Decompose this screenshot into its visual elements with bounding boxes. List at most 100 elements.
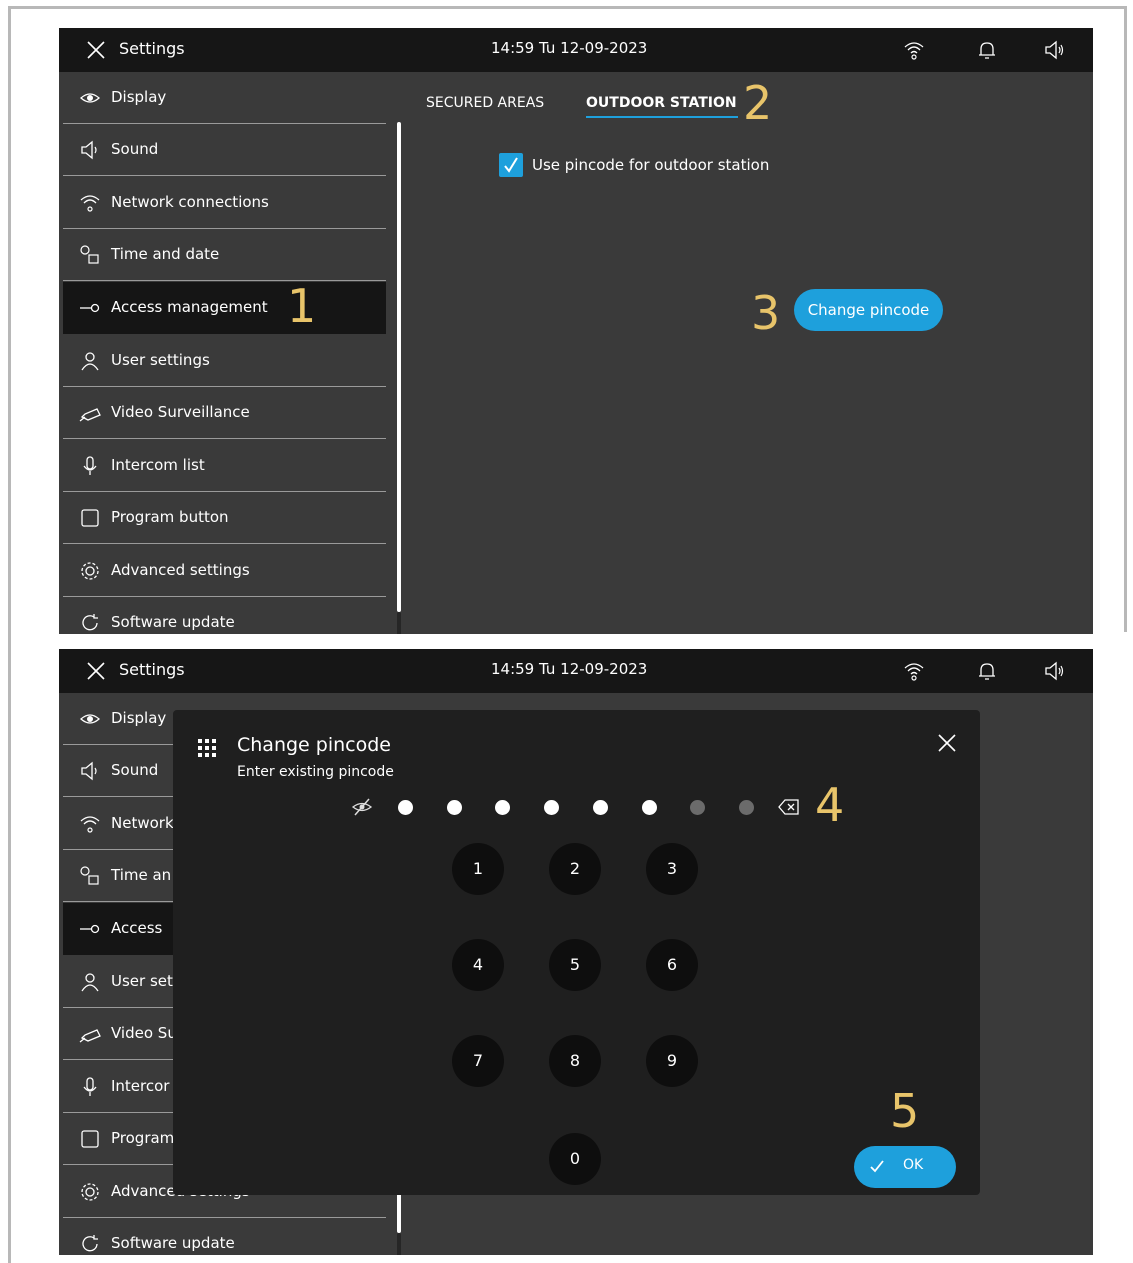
- keypad-key-5[interactable]: 5: [549, 939, 601, 991]
- sidebar-item-label: Software update: [111, 1234, 235, 1252]
- sidebar-item-label: User set: [111, 972, 173, 990]
- wifi-icon[interactable]: [903, 660, 925, 682]
- sidebar-item-display[interactable]: Display: [63, 72, 386, 124]
- sidebar-item-label: Display: [111, 88, 167, 106]
- gear-icon: [81, 562, 99, 580]
- sidebar-item-label: Network: [111, 814, 174, 832]
- keypad-key-3[interactable]: 3: [646, 843, 698, 895]
- pin-digit-indicator: [593, 800, 608, 815]
- sidebar-item-program-button[interactable]: Program button: [63, 492, 386, 544]
- speaker-icon: [81, 140, 97, 160]
- frame-border-top: [8, 6, 1127, 9]
- sidebar-item-label: Sound: [111, 140, 159, 158]
- wifi-icon[interactable]: [903, 39, 925, 61]
- microphone-icon: [83, 1077, 97, 1096]
- sidebar-item-label: User settings: [111, 351, 210, 369]
- change-pincode-dialog: Change pincode Enter existing pincode 1 …: [173, 710, 980, 1195]
- pin-digit-indicator: [642, 800, 657, 815]
- speaker-icon[interactable]: [1043, 660, 1065, 682]
- keypad-key-8[interactable]: 8: [549, 1035, 601, 1087]
- frame-border-left: [8, 6, 11, 1263]
- square-icon: [81, 509, 99, 527]
- sidebar-item-label: Program: [111, 1129, 175, 1147]
- sidebar-item-label: Access: [111, 919, 163, 937]
- wifi-icon: [80, 195, 100, 212]
- camera-icon: [79, 1029, 101, 1043]
- sidebar-item-video-surveillance[interactable]: Video Surveillance: [63, 387, 386, 439]
- frame-border-right: [1124, 6, 1127, 632]
- main-content: SECURED AREAS OUTDOOR STATION Use pincod…: [401, 72, 1093, 634]
- sidebar-item-software-update[interactable]: Software update: [63, 1218, 386, 1255]
- pin-digit-indicator: [690, 800, 705, 815]
- sidebar-item-user-settings[interactable]: User settings: [63, 335, 386, 387]
- eye-icon: [80, 93, 100, 103]
- keypad-key-6[interactable]: 6: [646, 939, 698, 991]
- sidebar-item-label: Sound: [111, 761, 159, 779]
- checkmark-icon: [504, 157, 518, 173]
- pin-digit-indicator: [398, 800, 413, 815]
- settings-screen-outdoor-station: Settings 14:59 Tu 12-09-2023 Display Sou…: [59, 28, 1093, 634]
- key-icon: [80, 303, 100, 313]
- speaker-icon[interactable]: [1043, 39, 1065, 61]
- sidebar-item-intercom-list[interactable]: Intercom list: [63, 440, 386, 492]
- refresh-icon: [82, 1235, 98, 1252]
- annotation-marker-4: 4: [815, 778, 845, 832]
- pin-digit-indicator: [544, 800, 559, 815]
- close-icon[interactable]: [85, 660, 107, 682]
- speaker-icon: [81, 761, 97, 781]
- camera-icon: [79, 408, 101, 422]
- keypad-key-0[interactable]: 0: [549, 1133, 601, 1185]
- close-icon[interactable]: [85, 39, 107, 61]
- sidebar-item-label: Time and date: [111, 245, 220, 263]
- change-pincode-button[interactable]: Change pincode: [794, 289, 943, 331]
- sidebar-item-label: Video Surveillance: [111, 403, 250, 421]
- sidebar-item-network-connections[interactable]: Network connections: [63, 177, 386, 229]
- sidebar-item-label: Access management: [111, 298, 268, 316]
- pin-digit-indicator: [447, 800, 462, 815]
- eye-icon: [80, 714, 100, 724]
- wifi-icon: [80, 816, 100, 833]
- active-tab-indicator: [586, 116, 738, 118]
- keypad-key-7[interactable]: 7: [452, 1035, 504, 1087]
- sidebar-scrollbar-track[interactable]: [397, 1233, 401, 1255]
- sidebar-item-label: Intercor: [111, 1077, 170, 1095]
- tab-secured-areas[interactable]: SECURED AREAS: [426, 95, 544, 111]
- bell-icon[interactable]: [976, 660, 998, 682]
- top-bar: Settings 14:59 Tu 12-09-2023: [59, 649, 1093, 693]
- tab-outdoor-station[interactable]: OUTDOOR STATION: [586, 95, 737, 111]
- sidebar-item-software-update[interactable]: Software update: [63, 597, 386, 634]
- eye-slash-icon[interactable]: [351, 796, 373, 818]
- sidebar-item-advanced-settings[interactable]: Advanced settings: [63, 545, 386, 597]
- keypad-key-2[interactable]: 2: [549, 843, 601, 895]
- user-icon: [81, 973, 99, 992]
- keypad-key-1[interactable]: 1: [452, 843, 504, 895]
- ok-button-label: OK: [903, 1157, 924, 1173]
- annotation-marker-5: 5: [890, 1084, 920, 1138]
- keypad-key-9[interactable]: 9: [646, 1035, 698, 1087]
- backspace-icon[interactable]: [778, 798, 800, 816]
- sidebar-item-label: Network connections: [111, 193, 269, 211]
- clock-calendar-icon: [80, 866, 99, 885]
- dialog-subtitle: Enter existing pincode: [237, 764, 394, 780]
- close-icon[interactable]: [936, 732, 958, 754]
- gear-icon: [81, 1183, 99, 1201]
- page-title: Settings: [119, 660, 185, 679]
- checkmark-icon: [870, 1160, 884, 1173]
- sidebar-item-label: Program button: [111, 508, 229, 526]
- sidebar-item-time-and-date[interactable]: Time and date: [63, 229, 386, 281]
- annotation-marker-1: 1: [287, 279, 317, 333]
- sidebar-item-sound[interactable]: Sound: [63, 124, 386, 176]
- use-pincode-checkbox[interactable]: [499, 153, 523, 177]
- clock-calendar-icon: [80, 245, 99, 264]
- bell-icon[interactable]: [976, 39, 998, 61]
- dialog-title: Change pincode: [237, 734, 391, 756]
- ok-button[interactable]: OK: [854, 1146, 956, 1188]
- use-pincode-label: Use pincode for outdoor station: [532, 156, 770, 174]
- annotation-marker-2: 2: [743, 76, 773, 130]
- keypad-icon: [198, 739, 216, 757]
- key-icon: [80, 924, 100, 934]
- pin-digit-indicator: [739, 800, 754, 815]
- sidebar-item-label: Time an: [111, 866, 172, 884]
- sidebar-item-access-management[interactable]: Access management: [63, 282, 386, 334]
- keypad-key-4[interactable]: 4: [452, 939, 504, 991]
